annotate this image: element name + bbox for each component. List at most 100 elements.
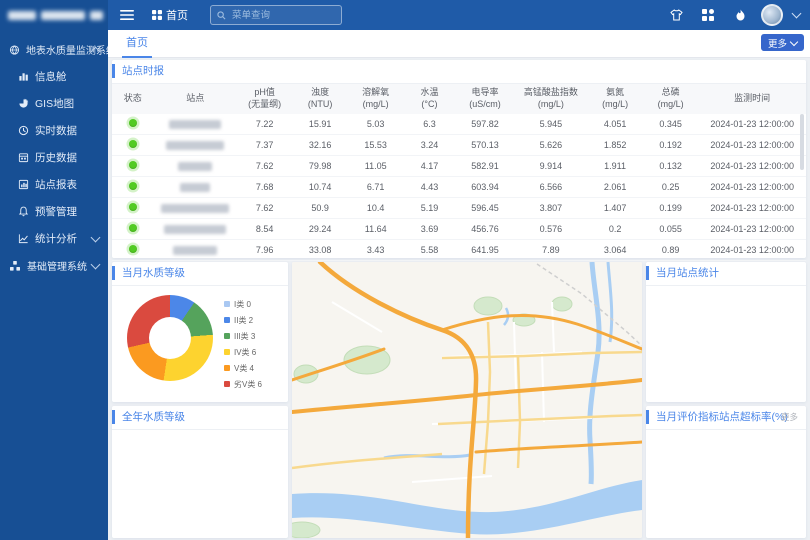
chevron-down-icon bbox=[91, 260, 101, 270]
sidebar-system-surface-water[interactable]: 地表水质量监测系统 bbox=[0, 36, 108, 63]
legend-dot bbox=[224, 301, 230, 307]
sidebar-item-label: 实时数据 bbox=[35, 123, 77, 138]
legend-item[interactable]: 劣V类 6 bbox=[224, 376, 262, 392]
alarm-bell-icon bbox=[18, 206, 29, 217]
cell-value: 603.94 bbox=[455, 177, 514, 198]
more-button[interactable]: 更多 bbox=[761, 34, 804, 51]
cell-time: 2024-01-23 12:00:00 bbox=[698, 240, 806, 261]
cell-value: 0.199 bbox=[643, 198, 699, 219]
cell-value: 3.807 bbox=[514, 198, 587, 219]
clock-icon bbox=[18, 125, 29, 136]
app-logo bbox=[0, 0, 108, 30]
hamburger-menu-icon[interactable] bbox=[116, 4, 138, 26]
legend-dot bbox=[224, 381, 230, 387]
exceed-rate-panel: 当月评价指标站点超标率(%) 更多 bbox=[646, 406, 806, 538]
column-header: 高锰酸盐指数(mg/L) bbox=[514, 84, 587, 114]
theme-shirt-icon[interactable] bbox=[665, 4, 687, 26]
station-name-redacted bbox=[164, 225, 226, 234]
tab-home[interactable]: 首页 bbox=[122, 30, 152, 58]
cell-value: 3.24 bbox=[403, 135, 455, 156]
cell-value: 11.05 bbox=[348, 156, 404, 177]
table-row[interactable]: 7.6250.910.45.19596.453.8071.4070.199202… bbox=[112, 198, 806, 219]
cell-value: 0.25 bbox=[643, 177, 699, 198]
station-report-panel: 站点时报 状态站点pH值(无量纲)浊度(NTU)溶解氧(mg/L)水温(°C)电… bbox=[112, 60, 806, 258]
column-header: pH值(无量纲) bbox=[237, 84, 293, 114]
status-indicator bbox=[129, 140, 137, 148]
cell-value: 0.132 bbox=[643, 156, 699, 177]
station-table-body: 7.2215.915.036.3597.825.9454.0510.345202… bbox=[112, 114, 806, 261]
legend-label: I类 0 bbox=[234, 299, 251, 310]
sidebar-system-base-management[interactable]: 基础管理系统 bbox=[0, 252, 108, 279]
sidebar-item-realtime-data[interactable]: 实时数据 bbox=[0, 117, 108, 144]
cell-value: 641.95 bbox=[455, 240, 514, 261]
search-input[interactable] bbox=[230, 9, 335, 22]
annual-quality-panel: 全年水质等级 bbox=[112, 406, 288, 538]
table-row[interactable]: 7.6279.9811.054.17582.919.9141.9110.1322… bbox=[112, 156, 806, 177]
cell-value: 5.626 bbox=[514, 135, 587, 156]
table-row[interactable]: 8.5429.2411.643.69456.760.5760.20.055202… bbox=[112, 219, 806, 240]
cell-value: 1.852 bbox=[587, 135, 643, 156]
legend-item[interactable]: V类 4 bbox=[224, 360, 262, 376]
table-row[interactable]: 7.6810.746.714.43603.946.5662.0610.25202… bbox=[112, 177, 806, 198]
table-row[interactable]: 7.9633.083.435.58641.957.893.0640.892024… bbox=[112, 240, 806, 261]
cell-value: 3.064 bbox=[587, 240, 643, 261]
user-avatar[interactable] bbox=[761, 4, 783, 26]
cell-value: 582.91 bbox=[455, 156, 514, 177]
cell-value: 7.89 bbox=[514, 240, 587, 261]
cell-value: 6.3 bbox=[403, 114, 455, 135]
cell-value: 3.69 bbox=[403, 219, 455, 240]
logo-redacted bbox=[8, 11, 36, 20]
cell-time: 2024-01-23 12:00:00 bbox=[698, 198, 806, 219]
cell-value: 7.62 bbox=[237, 156, 293, 177]
trend-chart-icon bbox=[18, 233, 29, 244]
sidebar-item-gis-map[interactable]: GIS地图 bbox=[0, 90, 108, 117]
cell-value: 0.055 bbox=[643, 219, 699, 240]
table-scrollbar[interactable] bbox=[800, 114, 804, 170]
cell-value: 15.91 bbox=[292, 114, 348, 135]
sidebar-item-info-cockpit[interactable]: 信息舱 bbox=[0, 63, 108, 90]
grid-icon bbox=[152, 10, 162, 20]
legend-item[interactable]: IV类 6 bbox=[224, 344, 262, 360]
sidebar-item-statistics[interactable]: 统计分析 bbox=[0, 225, 108, 252]
table-row[interactable]: 7.3732.1615.533.24570.135.6261.8520.1922… bbox=[112, 135, 806, 156]
cell-value: 11.64 bbox=[348, 219, 404, 240]
search-icon bbox=[217, 11, 226, 20]
more-link[interactable]: 更多 bbox=[781, 406, 798, 429]
layout-components-icon[interactable] bbox=[697, 4, 719, 26]
legend-item[interactable]: II类 2 bbox=[224, 312, 262, 328]
cell-value: 5.19 bbox=[403, 198, 455, 219]
cell-value: 8.54 bbox=[237, 219, 293, 240]
sidebar-item-station-report[interactable]: 站点报表 bbox=[0, 171, 108, 198]
cell-value: 4.051 bbox=[587, 114, 643, 135]
topbar: 首页 bbox=[0, 0, 810, 30]
globe-icon bbox=[9, 44, 20, 56]
donut-hole bbox=[149, 317, 191, 359]
legend-dot bbox=[224, 317, 230, 323]
sidebar-item-history-data[interactable]: 历史数据 bbox=[0, 144, 108, 171]
sidebar-item-label: GIS地图 bbox=[35, 96, 74, 111]
legend-label: III类 3 bbox=[234, 331, 255, 342]
map-panel bbox=[292, 262, 642, 538]
menu-search[interactable] bbox=[210, 5, 342, 25]
flame-icon[interactable] bbox=[729, 4, 751, 26]
cell-value: 29.24 bbox=[292, 219, 348, 240]
table-row[interactable]: 7.2215.915.036.3597.825.9454.0510.345202… bbox=[112, 114, 806, 135]
station-stats-chart bbox=[646, 286, 806, 402]
monthly-quality-panel: 当月水质等级 I类 0II类 2III类 3IV类 6V类 4劣V类 6 bbox=[112, 262, 288, 402]
panel-title-text: 当月评价指标站点超标率(%) bbox=[656, 411, 788, 423]
cell-time: 2024-01-23 12:00:00 bbox=[698, 114, 806, 135]
sidebar-item-alert-management[interactable]: 预警管理 bbox=[0, 198, 108, 225]
column-header: 水温(°C) bbox=[403, 84, 455, 114]
cell-value: 2.061 bbox=[587, 177, 643, 198]
column-header: 浊度(NTU) bbox=[292, 84, 348, 114]
breadcrumb-home[interactable]: 首页 bbox=[152, 7, 188, 23]
legend-item[interactable]: III类 3 bbox=[224, 328, 262, 344]
cell-value: 456.76 bbox=[455, 219, 514, 240]
legend-item[interactable]: I类 0 bbox=[224, 296, 262, 312]
station-name-redacted bbox=[180, 183, 210, 192]
user-menu-chevron-icon[interactable] bbox=[792, 9, 802, 19]
more-button-label: 更多 bbox=[768, 36, 787, 50]
cell-value: 5.58 bbox=[403, 240, 455, 261]
map-svg[interactable] bbox=[292, 262, 642, 538]
cell-value: 79.98 bbox=[292, 156, 348, 177]
